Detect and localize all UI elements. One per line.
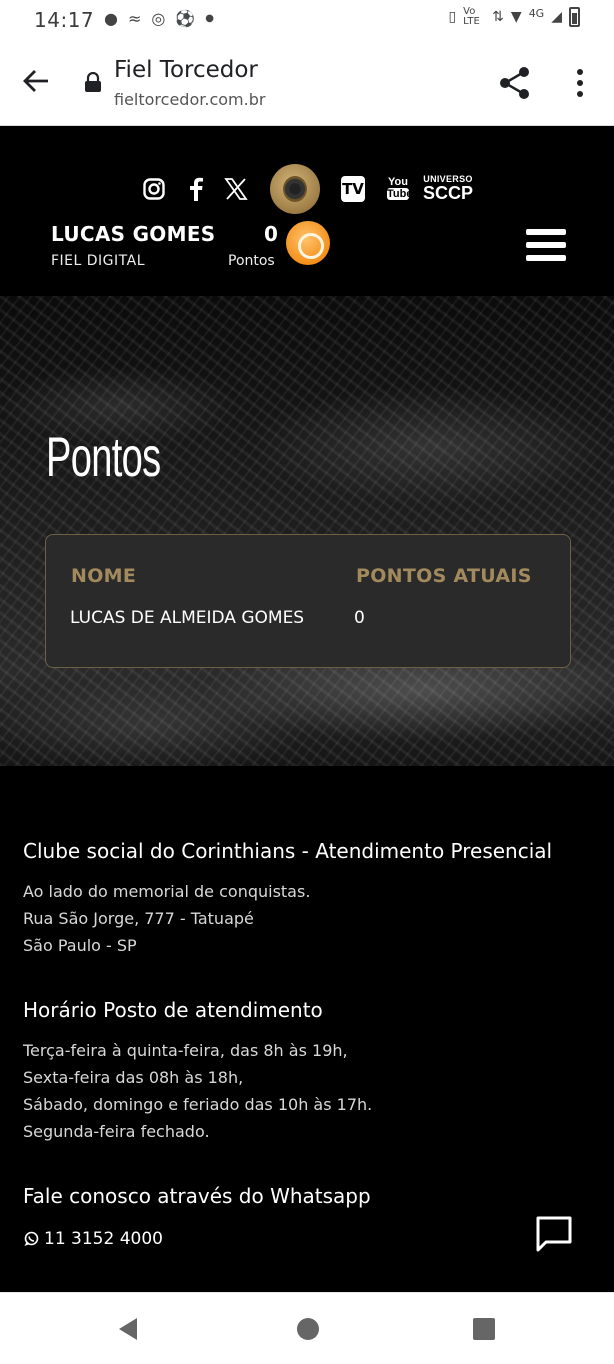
points-table: NOME PONTOS ATUAIS LUCAS DE ALMEIDA GOME… [45, 534, 571, 668]
points-value: 0 [264, 222, 278, 246]
club-line: Rua São Jorge, 777 - Tatuapé [23, 909, 254, 928]
hero-section: Pontos NOME PONTOS ATUAIS LUCAS DE ALMEI… [0, 296, 614, 766]
notification-icons: ● ≈ ◎ ⚽ ● [104, 9, 214, 28]
whatsapp-contact[interactable]: 11 3152 4000 [23, 1229, 163, 1249]
hours-line: Segunda-feira fechado. [23, 1122, 210, 1141]
instagram-notification-icon: ◎ [151, 9, 166, 28]
points-label: Pontos [228, 253, 275, 269]
whatsapp-number[interactable]: 11 3152 4000 [44, 1229, 163, 1249]
lock-icon[interactable] [84, 72, 102, 92]
x-icon[interactable] [224, 177, 248, 201]
youtube-icon[interactable]: You Tube [387, 176, 413, 200]
hours-title: Horário Posto de atendimento [23, 998, 323, 1022]
social-links: TV You Tube UNIVERSO SCCP [0, 144, 614, 214]
chat-notification-icon: ● [104, 9, 118, 28]
club-address: Ao lado do memorial de conquistas. Rua S… [23, 878, 310, 959]
volte-icon: Vo LTE [463, 6, 480, 27]
table-cell-name: LUCAS DE ALMEIDA GOMES [70, 608, 305, 628]
chat-icon[interactable] [534, 1214, 574, 1254]
status-bar: 14:17 ● ≈ ◎ ⚽ ● ▯ Vo LTE ⇅ ▼ 4G ◢ [0, 0, 614, 40]
whatsapp-icon [24, 1231, 39, 1246]
data-arrows-icon: ⇅ [492, 9, 504, 25]
hero-title: Pontos [46, 425, 161, 488]
dot-notification-icon: ● [205, 13, 214, 24]
nav-back-icon[interactable] [117, 1317, 139, 1341]
hours-list: Terça-feira à quinta-feira, das 8h às 19… [23, 1037, 372, 1145]
sccp-label: SCCP [422, 183, 473, 203]
club-line: São Paulo - SP [23, 936, 137, 955]
user-plan: FIEL DIGITAL [51, 253, 146, 269]
nav-home-icon[interactable] [296, 1317, 320, 1341]
hamburger-menu-icon[interactable] [526, 229, 566, 263]
corinthians-crest[interactable] [270, 164, 320, 214]
soccer-notification-icon: ⚽ [175, 9, 196, 28]
back-arrow-icon[interactable] [22, 66, 50, 96]
table-cell-points: 0 [354, 608, 365, 628]
column-header-points: PONTOS ATUAIS [356, 565, 532, 587]
club-title: Clube social do Corinthians - Atendiment… [23, 839, 553, 863]
column-header-name: NOME [71, 565, 137, 587]
youtube-label-top: You [388, 176, 408, 188]
hours-line: Terça-feira à quinta-feira, das 8h às 19… [23, 1041, 348, 1060]
page-url[interactable]: fieltorcedor.com.br [114, 90, 265, 109]
status-time: 14:17 [34, 8, 95, 32]
hours-line: Sexta-feira das 08h às 18h, [23, 1068, 244, 1087]
club-line: Ao lado do memorial de conquistas. [23, 882, 311, 901]
user-name[interactable]: LUCAS GOMES [51, 222, 215, 246]
system-icons: ▯ Vo LTE ⇅ ▼ 4G ◢ [448, 7, 580, 27]
signal-icon: ◢ [551, 9, 562, 25]
network-type-icon: 4G [528, 7, 545, 20]
more-options-icon[interactable] [570, 67, 590, 99]
instagram-icon[interactable] [143, 178, 165, 200]
hours-line: Sábado, domingo e feriado das 10h às 17h… [23, 1095, 373, 1114]
whatsapp-title: Fale conosco através do Whatsapp [23, 1184, 371, 1208]
site-content: TV You Tube UNIVERSO SCCP LUCAS GOMES FI… [0, 126, 614, 1292]
youtube-label-bottom: Tube [387, 188, 413, 200]
nav-recents-icon[interactable] [472, 1317, 496, 1341]
wifi-icon: ▼ [510, 9, 522, 25]
page-title: Fiel Torcedor [114, 57, 258, 83]
facebook-icon[interactable] [188, 177, 204, 201]
android-nav-bar [0, 1292, 614, 1364]
sync-notification-icon: ≈ [127, 9, 142, 28]
tv-icon[interactable]: TV [341, 176, 365, 202]
universo-sccp-link[interactable]: UNIVERSO SCCP [422, 174, 474, 202]
share-icon[interactable] [498, 66, 532, 100]
points-badge-icon[interactable] [286, 221, 330, 265]
browser-toolbar: Fiel Torcedor fieltorcedor.com.br [0, 40, 614, 126]
vibrate-icon: ▯ [448, 9, 457, 25]
battery-icon [569, 7, 580, 27]
